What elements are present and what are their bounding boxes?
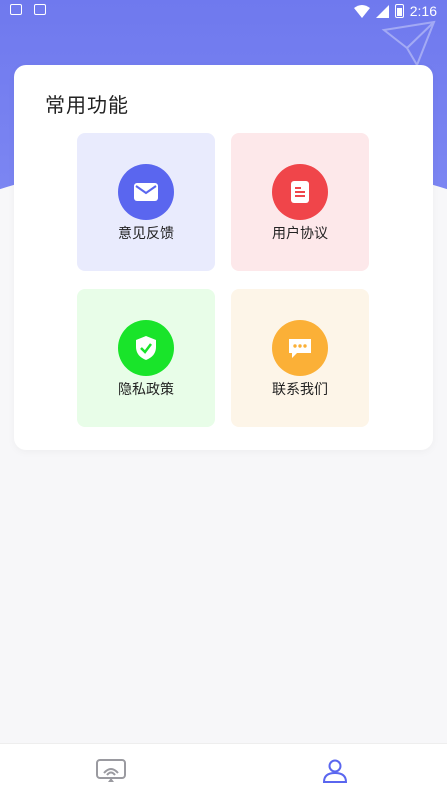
contact-us-label: 联系我们 <box>272 382 328 398</box>
user-profile-icon <box>322 759 348 783</box>
notification-icon <box>10 4 22 15</box>
common-functions-card: 常用功能 意见反馈 用户协议 隐私政策 联系我们 <box>14 65 433 450</box>
cast-screen-icon <box>96 759 126 782</box>
shield-check-icon <box>118 320 174 376</box>
section-title: 常用功能 <box>45 93 129 117</box>
nav-profile-tab[interactable] <box>315 758 355 790</box>
mail-icon <box>118 164 174 220</box>
nav-cast-tab[interactable] <box>91 758 131 790</box>
contact-us-tile[interactable]: 联系我们 <box>231 289 369 427</box>
battery-icon <box>394 4 404 18</box>
bottom-navigation <box>0 743 447 802</box>
document-icon <box>272 164 328 220</box>
status-time: 2:16 <box>409 3 437 19</box>
feedback-label: 意见反馈 <box>118 226 174 242</box>
decorative-paper-plane-icon <box>381 20 436 68</box>
status-bar: 2:16 <box>0 0 447 24</box>
signal-icon <box>375 4 389 18</box>
wifi-icon <box>353 4 370 18</box>
user-agreement-tile[interactable]: 用户协议 <box>231 133 369 271</box>
chat-bubble-icon <box>272 320 328 376</box>
privacy-policy-label: 隐私政策 <box>118 382 174 398</box>
app-notification-icon <box>34 4 46 15</box>
user-agreement-label: 用户协议 <box>272 226 328 242</box>
feedback-tile[interactable]: 意见反馈 <box>77 133 215 271</box>
privacy-policy-tile[interactable]: 隐私政策 <box>77 289 215 427</box>
